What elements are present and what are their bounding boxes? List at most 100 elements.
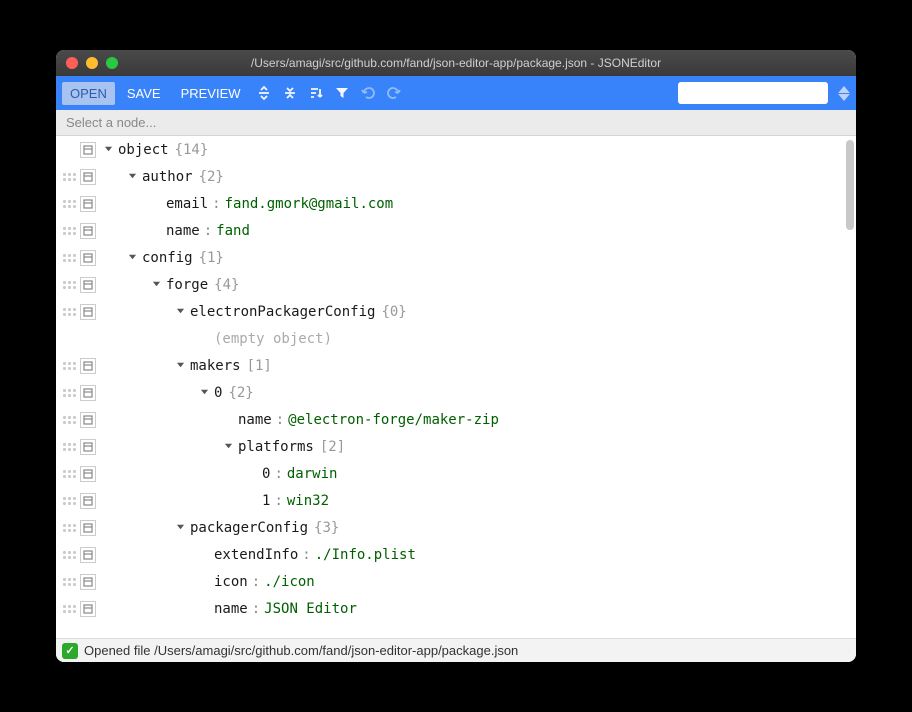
search-box[interactable] [678,82,828,104]
maximize-window-button[interactable] [106,57,118,69]
tree-row[interactable]: packagerConfig{3} [56,514,844,541]
caret-icon[interactable] [102,145,114,154]
node-menu-icon[interactable] [80,520,96,536]
node-key[interactable]: name [166,223,200,239]
search-input[interactable] [688,86,843,100]
drag-handle-icon[interactable] [62,492,76,510]
caret-icon[interactable] [222,442,234,451]
node-menu-icon[interactable] [80,142,96,158]
tree-row[interactable]: icon:./icon [56,568,844,595]
node-key[interactable]: name [238,412,272,428]
caret-icon[interactable] [198,388,210,397]
node-key[interactable]: makers [190,358,241,374]
tree-row[interactable]: platforms[2] [56,433,844,460]
drag-handle-icon[interactable] [62,357,76,375]
node-value[interactable]: win32 [287,493,329,509]
node-menu-icon[interactable] [80,196,96,212]
node-menu-icon[interactable] [80,250,96,266]
node-key[interactable]: object [118,142,169,158]
node-menu-icon[interactable] [80,547,96,563]
sort-icon[interactable] [305,82,327,104]
node-menu-icon[interactable] [80,493,96,509]
node-menu-icon[interactable] [80,385,96,401]
node-menu-icon[interactable] [80,412,96,428]
tree-row[interactable]: author{2} [56,163,844,190]
caret-icon[interactable] [126,172,138,181]
node-menu-icon[interactable] [80,466,96,482]
preview-button[interactable]: PREVIEW [173,82,249,105]
node-menu-icon[interactable] [80,601,96,617]
expand-all-icon[interactable] [253,82,275,104]
node-value[interactable]: ./Info.plist [315,547,416,563]
drag-handle-icon[interactable] [62,519,76,537]
node-key[interactable]: packagerConfig [190,520,308,536]
node-menu-icon[interactable] [80,223,96,239]
tree-row[interactable]: 0:darwin [56,460,844,487]
drag-handle-icon[interactable] [62,600,76,618]
drag-handle-icon[interactable] [62,276,76,294]
tree-row[interactable]: makers[1] [56,352,844,379]
drag-handle-icon[interactable] [62,546,76,564]
node-index[interactable]: 0 [214,385,222,401]
scrollbar-thumb[interactable] [846,140,854,230]
caret-icon[interactable] [174,523,186,532]
tree-row[interactable]: 1:win32 [56,487,844,514]
caret-icon[interactable] [150,280,162,289]
collapse-all-icon[interactable] [279,82,301,104]
tree-row[interactable]: electronPackagerConfig{0} [56,298,844,325]
node-menu-icon[interactable] [80,574,96,590]
node-value[interactable]: ./icon [264,574,315,590]
node-menu-icon[interactable] [80,358,96,374]
drag-handle-icon[interactable] [62,249,76,267]
search-next-icon[interactable] [838,94,850,101]
tree-row[interactable]: email:fand.gmork@gmail.com [56,190,844,217]
tree-row[interactable]: 0{2} [56,379,844,406]
caret-icon[interactable] [174,307,186,316]
search-prev-icon[interactable] [838,86,850,93]
node-key[interactable]: extendInfo [214,547,298,563]
tree-row[interactable]: object{14} [56,136,844,163]
node-key[interactable]: config [142,250,193,266]
node-menu-icon[interactable] [80,439,96,455]
node-value[interactable]: darwin [287,466,338,482]
drag-handle-icon[interactable] [62,168,76,186]
redo-icon[interactable] [383,82,405,104]
save-button[interactable]: SAVE [119,82,169,105]
drag-handle-icon[interactable] [62,384,76,402]
tree-row[interactable]: name:JSON Editor [56,595,844,622]
close-window-button[interactable] [66,57,78,69]
node-menu-icon[interactable] [80,304,96,320]
node-key[interactable]: email [166,196,208,212]
node-value[interactable]: @electron-forge/maker-zip [288,412,499,428]
drag-handle-icon[interactable] [62,438,76,456]
node-key[interactable]: author [142,169,193,185]
tree-row[interactable]: name:fand [56,217,844,244]
node-value[interactable]: JSON Editor [264,601,357,617]
tree-row[interactable]: config{1} [56,244,844,271]
drag-handle-icon[interactable] [62,195,76,213]
tree-row[interactable]: name:@electron-forge/maker-zip [56,406,844,433]
tree-row[interactable]: forge{4} [56,271,844,298]
node-menu-icon[interactable] [80,169,96,185]
node-key[interactable]: platforms [238,439,314,455]
node-index[interactable]: 0 [262,466,270,482]
json-tree[interactable]: object{14}author{2}email:fand.gmork@gmai… [56,136,844,638]
open-button[interactable]: OPEN [62,82,115,105]
node-value[interactable]: fand [216,223,250,239]
tree-row[interactable]: (empty object) [56,325,844,352]
undo-icon[interactable] [357,82,379,104]
filter-icon[interactable] [331,82,353,104]
node-index[interactable]: 1 [262,493,270,509]
drag-handle-icon[interactable] [62,222,76,240]
node-menu-icon[interactable] [80,277,96,293]
node-key[interactable]: name [214,601,248,617]
caret-icon[interactable] [174,361,186,370]
drag-handle-icon[interactable] [62,573,76,591]
node-value[interactable]: fand.gmork@gmail.com [225,196,394,212]
drag-handle-icon[interactable] [62,411,76,429]
drag-handle-icon[interactable] [62,303,76,321]
node-key[interactable]: forge [166,277,208,293]
minimize-window-button[interactable] [86,57,98,69]
drag-handle-icon[interactable] [62,465,76,483]
node-key[interactable]: electronPackagerConfig [190,304,375,320]
